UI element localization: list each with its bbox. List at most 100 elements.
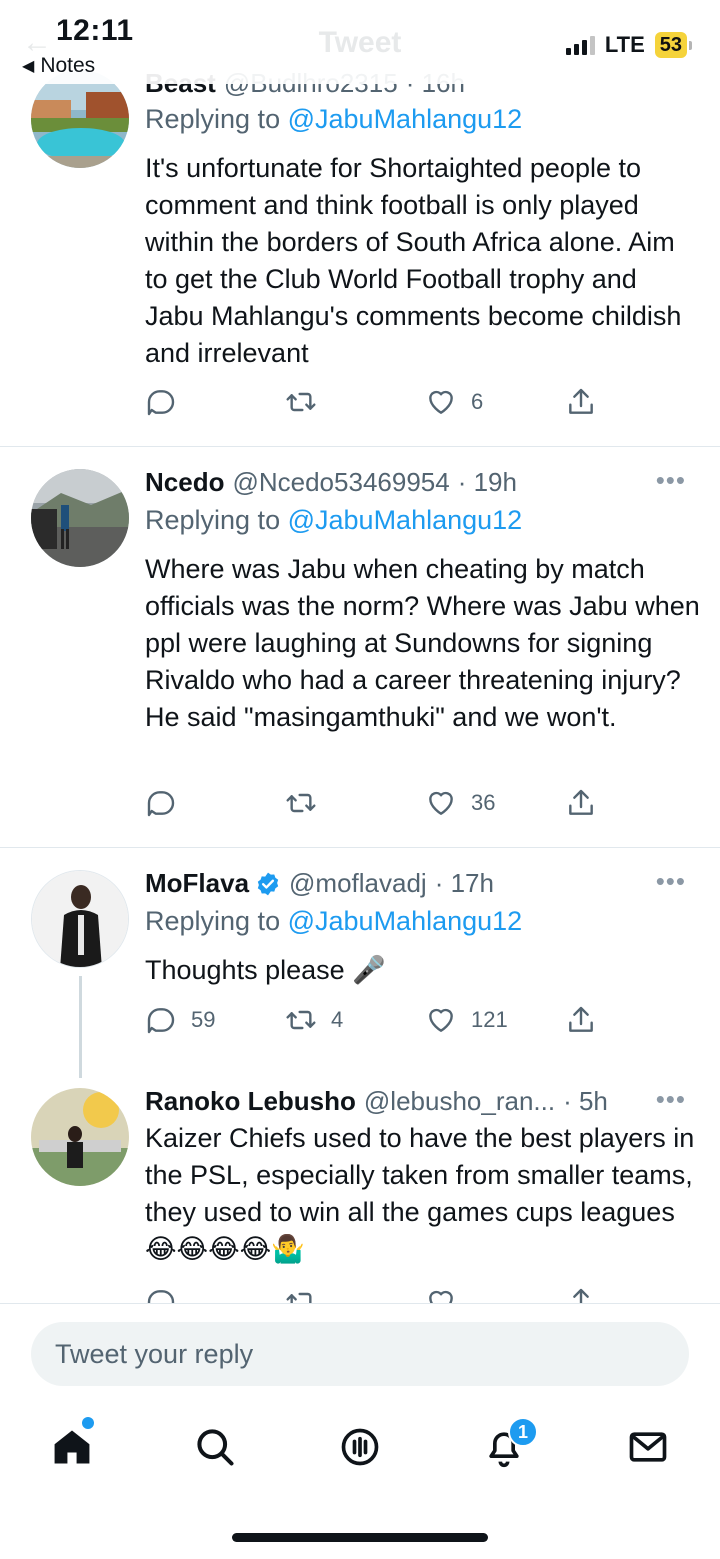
reply-button[interactable]: 59 xyxy=(145,1004,215,1036)
status-indicators: LTE 53 xyxy=(565,32,692,58)
handle[interactable]: @lebusho_ran... xyxy=(364,1086,555,1117)
reply-composer: Tweet your reply xyxy=(0,1303,720,1403)
replying-label: Replying to xyxy=(145,505,281,535)
tab-search[interactable] xyxy=(193,1425,237,1469)
retweet-button[interactable] xyxy=(285,1286,317,1303)
reply-count: 59 xyxy=(191,1007,216,1032)
search-icon xyxy=(197,1429,234,1466)
thread-connector xyxy=(79,976,82,1078)
avatar[interactable] xyxy=(31,469,129,567)
share-button[interactable] xyxy=(565,386,597,418)
retweet-icon xyxy=(286,392,316,412)
like-button[interactable] xyxy=(425,1286,457,1303)
tweet-text: Where was Jabu when cheating by match of… xyxy=(145,554,700,732)
back-app-label: Notes xyxy=(40,54,96,77)
like-count: 6 xyxy=(471,389,484,414)
home-indicator[interactable] xyxy=(232,1533,488,1542)
new-content-dot xyxy=(82,1417,94,1429)
tweet-actions: 59 4 121 xyxy=(145,1004,615,1040)
status-bar: ← Tweet 12:11 ◀ Notes LTE 53 xyxy=(0,0,720,84)
battery-level: 53 xyxy=(654,32,687,58)
avatar[interactable] xyxy=(31,870,129,968)
retweet-icon xyxy=(286,1010,316,1030)
tweet-ncedo[interactable]: Ncedo @Ncedo53469954 · 19h ••• Replying … xyxy=(0,447,720,847)
tweet-header: MoFlava @moflavadj · 17h xyxy=(145,868,494,899)
tweet-time: · 5h xyxy=(563,1086,608,1116)
heart-icon xyxy=(429,390,453,414)
battery-icon: 53 xyxy=(654,32,692,58)
more-icon[interactable]: ••• xyxy=(656,465,686,496)
replying-handle-link[interactable]: @JabuMahlangu12 xyxy=(288,906,523,936)
heart-icon xyxy=(429,1290,453,1303)
handle[interactable]: @Ncedo53469954 xyxy=(232,467,449,498)
mail-icon xyxy=(629,1432,667,1462)
share-icon xyxy=(569,789,593,815)
comment-icon xyxy=(147,390,175,416)
share-button[interactable] xyxy=(565,1286,597,1303)
like-button[interactable]: 6 xyxy=(425,386,483,418)
reply-button[interactable] xyxy=(145,1286,177,1303)
comment-icon xyxy=(147,791,175,817)
back-triangle-icon: ◀ xyxy=(22,58,35,75)
retweet-button[interactable] xyxy=(285,386,331,418)
notifications-badge: 1 xyxy=(508,1417,538,1447)
reply-button[interactable] xyxy=(145,787,191,819)
share-icon xyxy=(573,1288,589,1303)
reply-button[interactable] xyxy=(145,386,191,418)
handle[interactable]: @moflavadj xyxy=(289,868,427,899)
avatar[interactable] xyxy=(31,70,129,168)
avatar[interactable] xyxy=(31,1088,129,1186)
tab-messages[interactable] xyxy=(626,1425,670,1469)
comment-icon xyxy=(147,1290,175,1303)
more-icon[interactable]: ••• xyxy=(656,866,686,897)
tweet-text: It's unfortunate for Shortaighted people… xyxy=(145,153,682,368)
display-name[interactable]: Ranoko Lebusho xyxy=(145,1086,356,1117)
tweet-time: · 17h xyxy=(434,868,494,898)
replying-label: Replying to xyxy=(145,104,281,134)
tweet-actions: 6 xyxy=(145,386,615,422)
verified-icon xyxy=(257,872,279,895)
retweet-button[interactable]: 4 xyxy=(285,1004,343,1036)
tweet-text: Thoughts please 🎤 xyxy=(145,955,386,985)
share-icon xyxy=(569,1006,593,1032)
tweet-time: · 19h xyxy=(457,467,517,497)
replying-to: Replying to @JabuMahlangu12 xyxy=(145,104,522,135)
share-icon xyxy=(569,388,593,414)
spaces-icon xyxy=(341,1428,379,1466)
retweet-icon xyxy=(286,1292,312,1303)
comment-icon xyxy=(147,1008,175,1034)
replying-handle-link[interactable]: @JabuMahlangu12 xyxy=(288,505,523,535)
home-icon xyxy=(54,1430,90,1464)
share-button[interactable] xyxy=(565,1004,597,1036)
like-count: 121 xyxy=(471,1007,508,1032)
reply-input[interactable]: Tweet your reply xyxy=(31,1322,689,1386)
like-button[interactable]: 121 xyxy=(425,1004,508,1036)
display-name[interactable]: Ncedo xyxy=(145,467,224,498)
clock: 12:11 xyxy=(56,14,134,47)
tweet-actions: 36 xyxy=(145,787,615,823)
share-button[interactable] xyxy=(565,787,597,819)
tweet-header: Ncedo @Ncedo53469954 · 19h xyxy=(145,467,517,498)
heart-icon xyxy=(429,1008,453,1032)
tweet-actions xyxy=(145,1286,615,1303)
like-button[interactable]: 36 xyxy=(425,787,495,819)
retweet-button[interactable] xyxy=(285,787,331,819)
heart-icon xyxy=(429,791,453,815)
network-label: LTE xyxy=(604,32,645,57)
tweet-moflava[interactable]: MoFlava @moflavadj · 17h ••• Replying to… xyxy=(0,848,720,1078)
bottom-tab-bar: 1 xyxy=(0,1403,720,1493)
like-count: 36 xyxy=(471,790,496,815)
replying-handle-link[interactable]: @JabuMahlangu12 xyxy=(288,104,523,134)
replying-to: Replying to @JabuMahlangu12 xyxy=(145,906,522,937)
tab-notifications[interactable]: 1 xyxy=(482,1417,538,1469)
back-to-app[interactable]: ◀ Notes xyxy=(22,54,95,78)
retweet-count: 4 xyxy=(331,1007,344,1032)
display-name[interactable]: MoFlava xyxy=(145,868,249,899)
tweet-text: Kaizer Chiefs used to have the best play… xyxy=(145,1123,695,1264)
tab-spaces[interactable] xyxy=(338,1425,382,1469)
tab-home[interactable] xyxy=(50,1417,94,1469)
retweet-icon xyxy=(286,793,316,813)
more-icon[interactable]: ••• xyxy=(656,1084,686,1115)
replying-to: Replying to @JabuMahlangu12 xyxy=(145,505,522,536)
tweet-ranoko[interactable]: Ranoko Lebusho @lebusho_ran... · 5h ••• … xyxy=(0,1068,720,1303)
